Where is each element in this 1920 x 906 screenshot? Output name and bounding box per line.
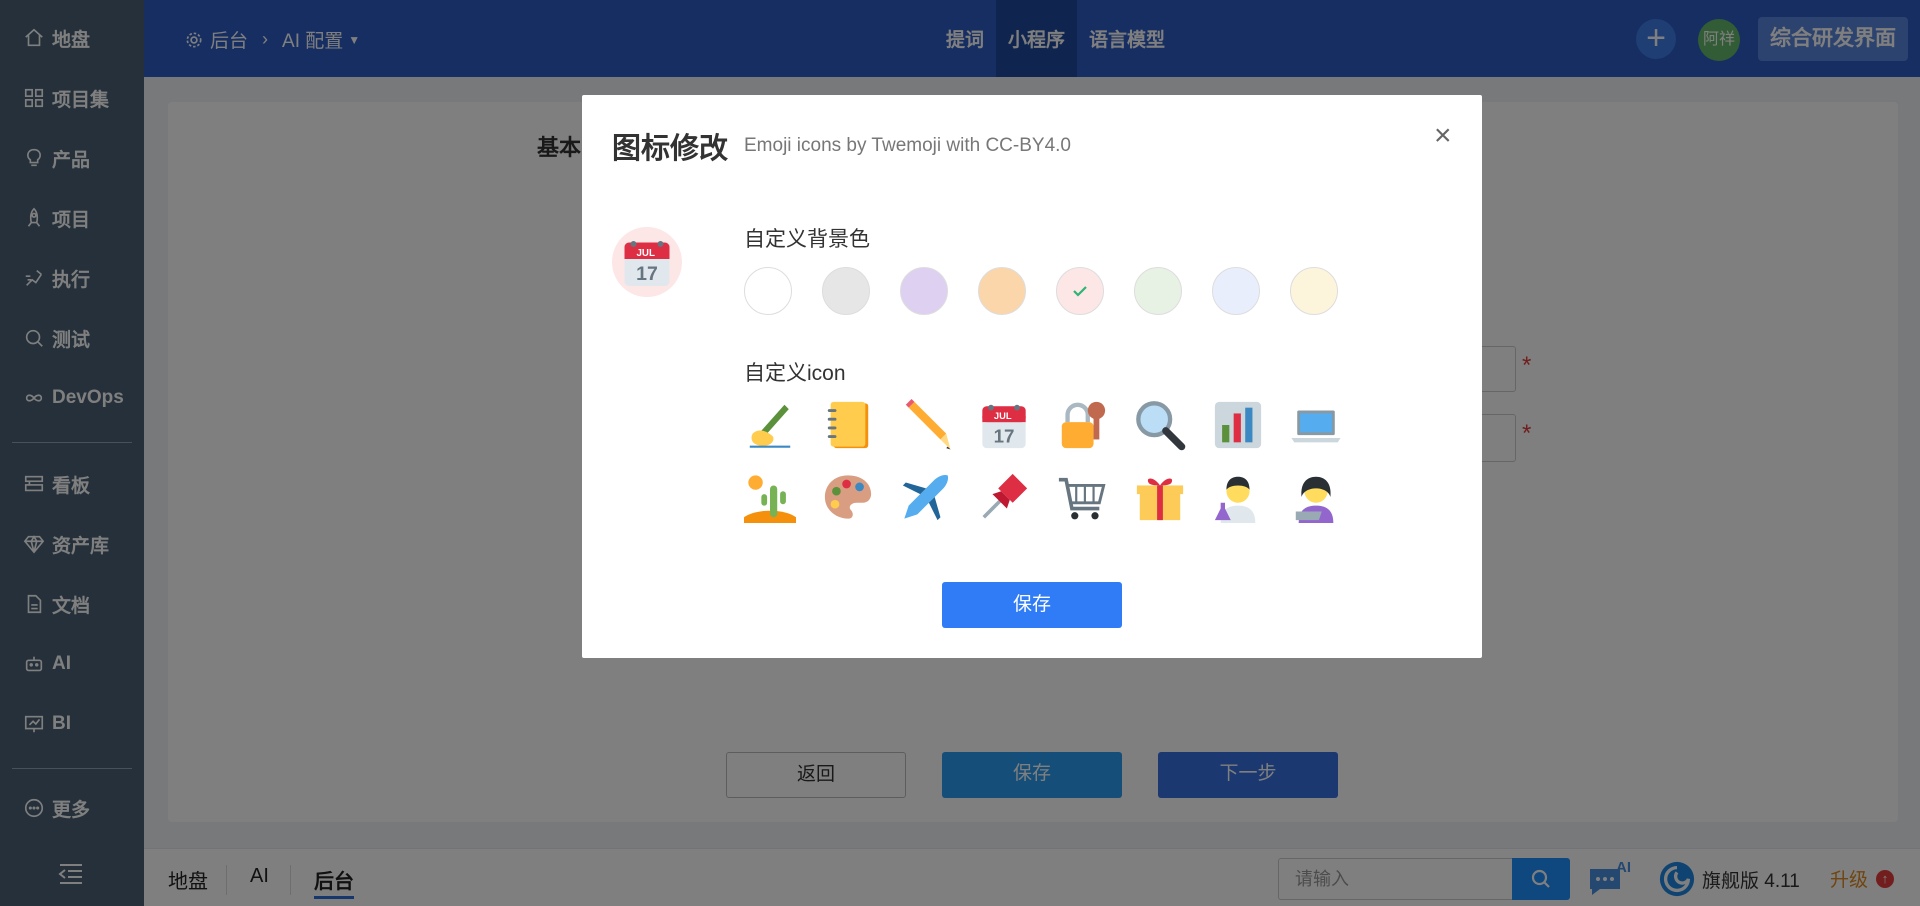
emoji-gift[interactable] <box>1134 471 1186 523</box>
emoji-writing-hand[interactable] <box>744 399 796 451</box>
pushpin-icon <box>982 473 1028 519</box>
color-swatch-pink[interactable] <box>1056 267 1104 315</box>
check-icon <box>1073 286 1087 297</box>
modal-title: 图标修改 <box>612 133 729 165</box>
laptop-icon <box>1291 410 1341 443</box>
writing-hand-icon <box>749 404 791 448</box>
modal-subtitle: Emoji icons by Twemoji with CC-BY4.0 <box>744 135 1071 156</box>
color-swatch-gray[interactable] <box>822 267 870 315</box>
emoji-technologist[interactable] <box>1290 471 1342 523</box>
calendar-month-text: JUL <box>994 411 1012 421</box>
lock-key-icon <box>1061 401 1106 449</box>
calendar-day-text: 17 <box>636 263 658 285</box>
color-swatch-peach[interactable] <box>978 267 1026 315</box>
gift-icon <box>1136 478 1184 521</box>
icon-preview: JUL 17 <box>612 227 682 297</box>
emoji-bar-chart[interactable] <box>1212 399 1264 451</box>
icon-label: 自定义icon <box>744 362 846 385</box>
emoji-pushpin[interactable] <box>978 471 1030 523</box>
close-button[interactable]: × <box>1434 121 1452 151</box>
emoji-laptop[interactable] <box>1290 399 1342 451</box>
bg-color-label: 自定义背景色 <box>744 228 870 251</box>
color-swatch-cream[interactable] <box>1290 267 1338 315</box>
emoji-calendar[interactable]: JUL 17 <box>978 399 1030 451</box>
calendar-icon: JUL 17 <box>624 241 670 286</box>
pencil-icon <box>905 399 951 450</box>
emoji-airplane[interactable] <box>900 471 952 523</box>
emoji-desert[interactable] <box>744 471 796 523</box>
icon-edit-modal: 图标修改 Emoji icons by Twemoji with CC-BY4.… <box>582 95 1482 658</box>
cart-icon <box>1058 477 1106 520</box>
emoji-scientist[interactable] <box>1212 471 1264 523</box>
emoji-lock-key[interactable] <box>1056 399 1108 451</box>
color-swatch-lightblue[interactable] <box>1212 267 1260 315</box>
modal-save-button[interactable]: 保存 <box>942 582 1122 628</box>
calendar-icon: JUL 17 <box>982 404 1026 449</box>
palette-icon <box>824 475 872 519</box>
emoji-palette[interactable] <box>822 471 874 523</box>
color-swatch-white[interactable] <box>744 267 792 315</box>
technologist-icon <box>1295 476 1334 523</box>
notebook-icon <box>827 401 869 449</box>
airplane-icon <box>902 474 949 521</box>
desert-icon <box>744 475 796 523</box>
bar-chart-icon <box>1214 401 1262 449</box>
color-swatch-lavender[interactable] <box>900 267 948 315</box>
emoji-magnifier[interactable] <box>1134 399 1186 451</box>
color-swatch-mint[interactable] <box>1134 267 1182 315</box>
emoji-cart[interactable] <box>1056 471 1108 523</box>
magnifier-icon <box>1136 401 1186 451</box>
emoji-pencil[interactable] <box>900 399 952 451</box>
calendar-day-text: 17 <box>994 425 1015 446</box>
scientist-icon <box>1214 476 1256 523</box>
emoji-notebook[interactable] <box>822 399 874 451</box>
calendar-month-text: JUL <box>637 248 655 259</box>
